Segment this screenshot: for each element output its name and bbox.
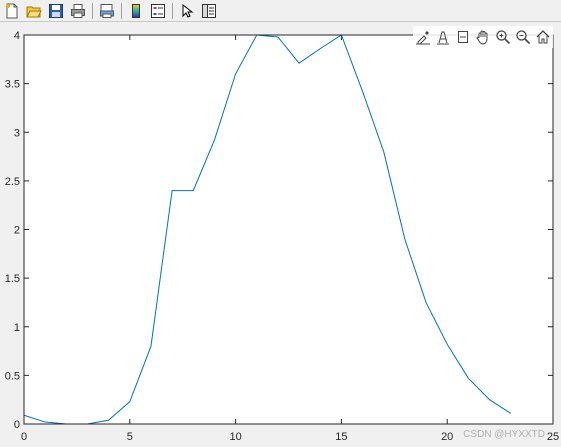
open-file-icon[interactable] (24, 1, 44, 21)
toolbar-separator (92, 2, 93, 19)
watermark-text: CSDN @HYXXTD (463, 429, 545, 440)
y-tick-label: 0.5 (5, 370, 20, 382)
y-tick-label: 2.5 (5, 176, 20, 188)
insert-legend-icon[interactable] (148, 1, 168, 21)
axes-toolbar (413, 26, 553, 48)
toolbar-separator (172, 2, 173, 19)
insert-colorbar-icon[interactable] (126, 1, 146, 21)
x-tick-label: 15 (335, 431, 347, 443)
x-tick-label: 25 (547, 431, 559, 443)
x-tick-label: 0 (21, 431, 27, 443)
pan-icon[interactable] (473, 27, 493, 47)
restore-icon[interactable] (453, 27, 473, 47)
property-inspector-icon[interactable] (199, 1, 219, 21)
save-icon[interactable] (46, 1, 66, 21)
print-icon[interactable] (68, 1, 88, 21)
x-tick-label: 5 (127, 431, 133, 443)
zoom-out-icon[interactable] (513, 27, 533, 47)
x-tick-label: 10 (229, 431, 241, 443)
home-icon[interactable] (533, 27, 553, 47)
y-tick-label: 4 (14, 30, 20, 42)
y-tick-label: 3 (14, 127, 20, 139)
y-tick-label: 3.5 (5, 79, 20, 91)
print-preview-icon[interactable] (97, 1, 117, 21)
y-tick-label: 1 (14, 322, 20, 334)
toolbar-separator (121, 2, 122, 19)
edit-plot-icon[interactable] (177, 1, 197, 21)
figure-toolbar (0, 0, 561, 22)
zoom-in-icon[interactable] (493, 27, 513, 47)
y-tick-label: 0 (14, 419, 20, 431)
y-tick-label: 2 (14, 225, 20, 237)
y-tick-label: 1.5 (5, 273, 20, 285)
brush-icon[interactable] (413, 27, 433, 47)
x-tick-label: 20 (441, 431, 453, 443)
figure-canvas: 0 5 10 15 20 25 0 0.5 1 1.5 2 2.5 3 3.5 4 (5, 30, 559, 443)
axes-background (24, 35, 553, 424)
data-tips-icon[interactable] (433, 27, 453, 47)
new-figure-icon[interactable] (2, 1, 22, 21)
